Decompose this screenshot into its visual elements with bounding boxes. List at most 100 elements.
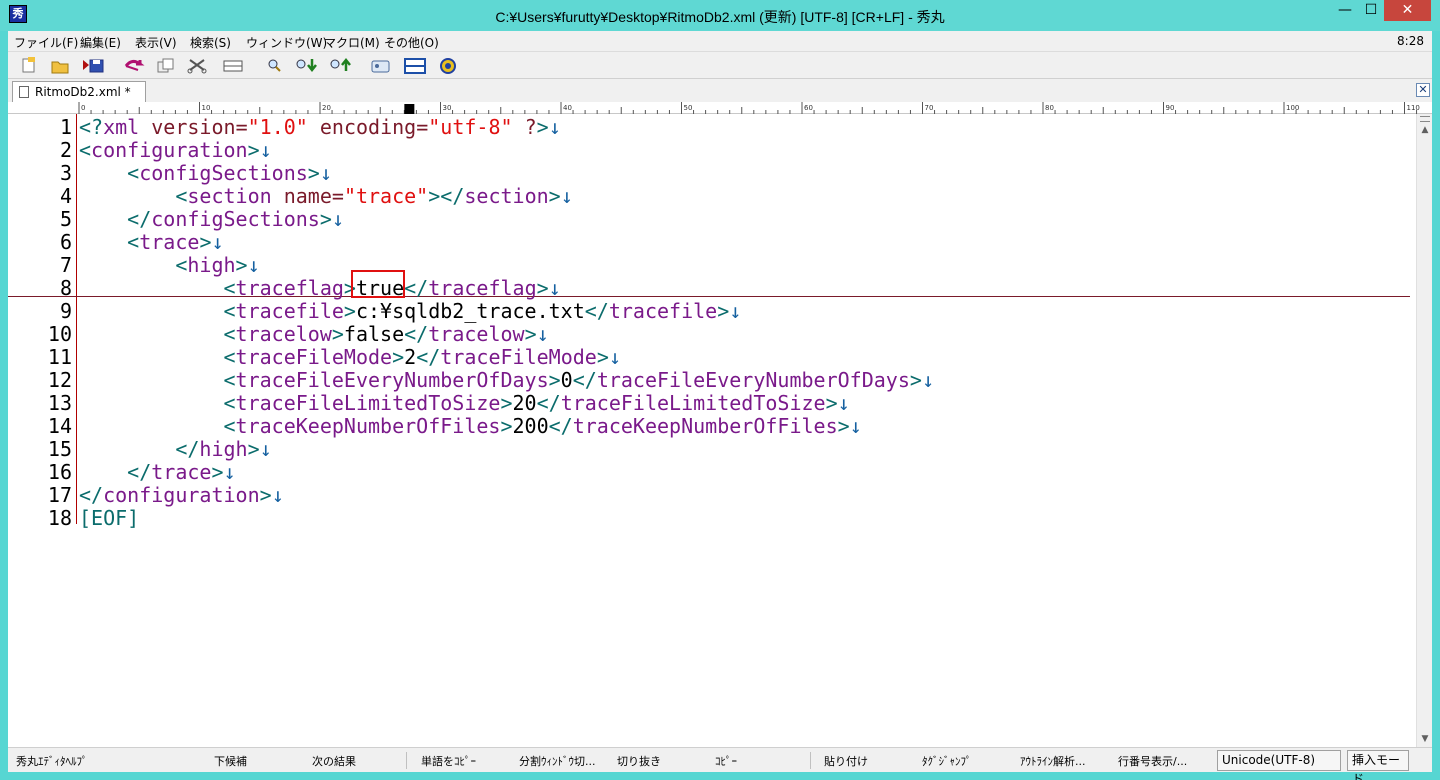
code-line[interactable]: </configuration>↓ bbox=[79, 484, 284, 507]
search-icon[interactable] bbox=[268, 59, 281, 72]
open-folder-icon[interactable] bbox=[51, 61, 69, 74]
line-number: 12 bbox=[47, 368, 72, 392]
ruler-mark-label: 90 bbox=[1166, 104, 1175, 112]
code-line[interactable]: </high>↓ bbox=[79, 438, 271, 461]
close-tab-icon[interactable]: ✕ bbox=[1416, 83, 1430, 97]
undo-icon[interactable] bbox=[124, 59, 145, 71]
line-number: 7 bbox=[59, 253, 72, 277]
paste-icon[interactable] bbox=[223, 60, 243, 72]
copy-icon[interactable] bbox=[157, 58, 174, 73]
ruler-mark-label: 110 bbox=[1407, 104, 1420, 112]
code-line[interactable]: <traceFileEveryNumberOfDays>0</traceFile… bbox=[79, 369, 934, 392]
code-line[interactable]: <traceflag>true</traceflag>↓ bbox=[79, 277, 561, 300]
line-number: 5 bbox=[59, 207, 72, 231]
status-bar: 秀丸ｴﾃﾞｨﾀﾍﾙﾌﾟ 下候補 次の結果 単語をｺﾋﾟｰ 分割ｳｨﾝﾄﾞｳ切..… bbox=[8, 747, 1432, 780]
clock-display: 8:28 bbox=[1397, 34, 1424, 48]
minimize-button[interactable]: — bbox=[1332, 0, 1358, 21]
line-number: 18 bbox=[47, 506, 72, 530]
vertical-scrollbar[interactable]: ▲ ▼ bbox=[1416, 114, 1432, 747]
save-icon[interactable] bbox=[83, 59, 104, 73]
menu-edit[interactable]: 編集(E) bbox=[80, 34, 121, 51]
line-number: 17 bbox=[47, 483, 72, 507]
status-next-candidate-button[interactable]: 下候補 bbox=[214, 753, 247, 769]
gutter-separator bbox=[76, 114, 77, 524]
line-number: 3 bbox=[59, 161, 72, 185]
ruler-mark-label: 40 bbox=[563, 104, 572, 112]
code-line[interactable]: <traceFileMode>2</traceFileMode>↓ bbox=[79, 346, 621, 369]
status-cut-button[interactable]: 切り抜き bbox=[617, 753, 661, 769]
code-line[interactable]: [EOF] bbox=[79, 507, 139, 530]
code-line[interactable]: <traceFileLimitedToSize>20</traceFileLim… bbox=[79, 392, 850, 415]
line-number: 15 bbox=[47, 437, 72, 461]
line-number: 1 bbox=[59, 115, 72, 139]
menu-bar: ファイル(F) 編集(E) 表示(V) 検索(S) ウィンドウ(W) マクロ(M… bbox=[8, 31, 1432, 51]
scroll-up-arrow-icon[interactable]: ▲ bbox=[1417, 122, 1432, 138]
ruler-ticks: 0 10 20 30 40 50 60 70 80 90 100 110 bbox=[78, 102, 1420, 114]
toolbar bbox=[8, 51, 1432, 78]
search-down-icon[interactable] bbox=[296, 59, 317, 73]
menu-view[interactable]: 表示(V) bbox=[135, 34, 177, 51]
tab-label: RitmoDb2.xml * bbox=[35, 85, 131, 99]
editor-area[interactable]: 1 2 3 4 5 6 7 8 9 10 11 12 13 14 15 16 17 18 <?xml versio… bbox=[8, 114, 1432, 747]
ruler-mark-label: 100 bbox=[1286, 104, 1299, 112]
tab-bar: RitmoDb2.xml * ✕ bbox=[8, 78, 1432, 102]
scroll-down-arrow-icon[interactable]: ▼ bbox=[1417, 731, 1432, 747]
tab-ritmodb2-xml[interactable]: RitmoDb2.xml * bbox=[12, 81, 146, 102]
ruler-cursor-marker bbox=[404, 104, 415, 114]
ruler-mark-label: 70 bbox=[925, 104, 934, 112]
line-number: 6 bbox=[59, 230, 72, 254]
line-number: 16 bbox=[47, 460, 72, 484]
new-file-icon[interactable] bbox=[22, 57, 35, 73]
search-up-icon[interactable] bbox=[330, 57, 351, 71]
toolbar-icons bbox=[22, 57, 456, 74]
code-line[interactable]: <configuration>↓ bbox=[79, 139, 272, 162]
ruler-mark-label: 30 bbox=[443, 104, 452, 112]
close-button[interactable]: ✕ bbox=[1384, 0, 1431, 21]
menu-macro[interactable]: マクロ(M) bbox=[324, 34, 380, 51]
code-line[interactable]: </trace>↓ bbox=[79, 461, 235, 484]
column-ruler: 0 10 20 30 40 50 60 70 80 90 100 110 bbox=[8, 102, 1432, 114]
code-line[interactable]: <tracefile>c:¥sqldb2_trace.txt</tracefil… bbox=[79, 300, 742, 323]
menu-file[interactable]: ファイル(F) bbox=[14, 34, 78, 51]
maximize-button[interactable]: ☐ bbox=[1358, 0, 1384, 21]
selection-highlight-box bbox=[351, 270, 405, 298]
line-number: 4 bbox=[59, 184, 72, 208]
macro-icon[interactable] bbox=[440, 58, 456, 74]
code-line[interactable]: <tracelow>false</tracelow>↓ bbox=[79, 323, 549, 346]
code-line[interactable]: <section name="trace"></section>↓ bbox=[79, 185, 572, 208]
document-icon bbox=[19, 86, 29, 98]
code-line[interactable]: </configSections>↓ bbox=[79, 208, 344, 231]
status-next-result-button[interactable]: 次の結果 bbox=[312, 753, 356, 769]
line-number: 13 bbox=[47, 391, 72, 415]
status-separator bbox=[406, 752, 407, 769]
ruler-mark-label: 20 bbox=[322, 104, 331, 112]
insert-mode-indicator[interactable]: 挿入モード bbox=[1347, 750, 1409, 780]
ruler-mark-label: 60 bbox=[804, 104, 813, 112]
ruler-mark-label: 10 bbox=[202, 104, 211, 112]
menu-window[interactable]: ウィンドウ(W) bbox=[246, 34, 327, 51]
status-split-window-button[interactable]: 分割ｳｨﾝﾄﾞｳ切... bbox=[519, 753, 596, 769]
status-paste-button[interactable]: 貼り付け bbox=[824, 753, 868, 769]
code-line[interactable]: <configSections>↓ bbox=[79, 162, 332, 185]
code-line[interactable]: <trace>↓ bbox=[79, 231, 223, 254]
line-number: 9 bbox=[59, 299, 72, 323]
status-copy-word-button[interactable]: 単語をｺﾋﾟｰ bbox=[421, 753, 476, 769]
line-number: 11 bbox=[47, 345, 72, 369]
status-help-button[interactable]: 秀丸ｴﾃﾞｨﾀﾍﾙﾌﾟ bbox=[16, 753, 88, 769]
ruler-mark-label: 80 bbox=[1045, 104, 1054, 112]
split-window-icon[interactable] bbox=[404, 58, 426, 74]
code-line[interactable]: <high>↓ bbox=[79, 254, 259, 277]
cut-icon[interactable] bbox=[187, 59, 207, 74]
status-line-number-button[interactable]: 行番号表示/... bbox=[1118, 753, 1187, 769]
line-number: 14 bbox=[47, 414, 72, 438]
menu-other[interactable]: その他(O) bbox=[384, 34, 439, 51]
status-tag-jump-button[interactable]: ﾀｸﾞｼﾞｬﾝﾌﾟ bbox=[922, 753, 972, 769]
grep-icon[interactable] bbox=[371, 60, 390, 73]
menu-search[interactable]: 検索(S) bbox=[190, 34, 231, 51]
status-copy-button[interactable]: ｺﾋﾟｰ bbox=[715, 753, 737, 769]
status-outline-button[interactable]: ｱｳﾄﾗｲﾝ解析... bbox=[1020, 753, 1086, 769]
code-line[interactable]: <?xml version="1.0" encoding="utf-8" ?>↓ bbox=[79, 116, 561, 139]
window-title: C:¥Users¥furutty¥Desktop¥RitmoDb2.xml (更… bbox=[495, 9, 945, 25]
encoding-indicator[interactable]: Unicode(UTF-8) bbox=[1217, 750, 1341, 771]
code-line[interactable]: <traceKeepNumberOfFiles>200</traceKeepNu… bbox=[79, 415, 862, 438]
